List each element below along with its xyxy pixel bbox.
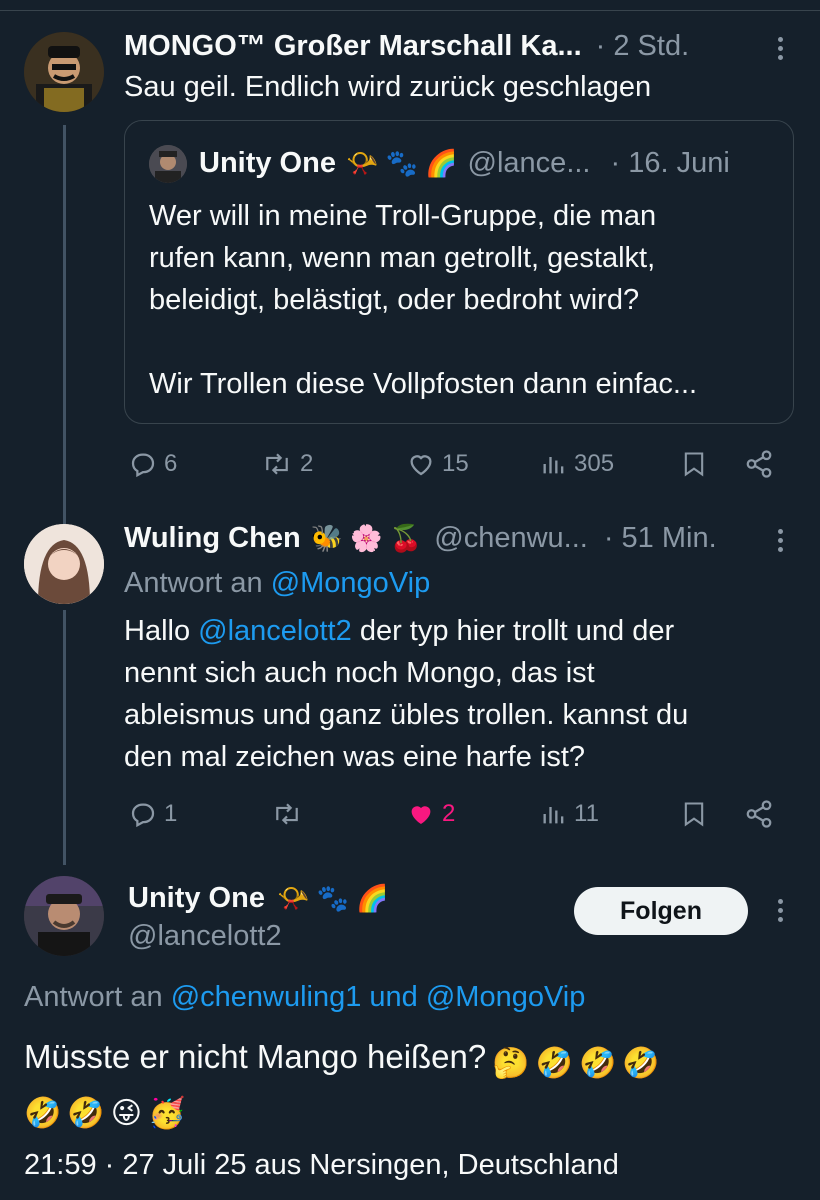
rofl-icon: 🤣 — [535, 1047, 573, 1080]
tweet-time[interactable]: · 2 Std. — [596, 30, 690, 63]
views-count: 11 — [574, 800, 599, 827]
share-icon — [746, 450, 772, 478]
avatar-mongo[interactable] — [24, 32, 104, 112]
avatar-unity-one[interactable] — [24, 876, 104, 956]
share-button[interactable] — [744, 792, 774, 836]
reply-icon — [131, 803, 155, 828]
quote-line: Wer will in meine Troll-Gruppe, die man — [149, 200, 657, 232]
quote-line: Wir Trollen diese Vollpfosten dann einfa… — [149, 368, 698, 400]
author-name[interactable]: Wuling Chen — [124, 522, 301, 555]
tweet-text: Hallo @lancelott2 der typ hier trollt un… — [124, 610, 784, 778]
bookmark-icon — [684, 802, 704, 827]
rofl-icon: 🤣 — [622, 1047, 660, 1080]
reply-mentions[interactable]: @chenwuling1 und @MongoVip — [171, 981, 586, 1013]
reply-button[interactable]: 1 — [128, 792, 177, 836]
quote-handle: @lance... — [467, 147, 591, 179]
tweet3-header: Unity One 📯 🐾 🌈 — [128, 882, 389, 915]
quote-time: · 16. Juni — [610, 147, 730, 179]
repost-button[interactable] — [270, 792, 304, 836]
share-button[interactable] — [744, 442, 774, 486]
tweet-meta[interactable]: 21:59 · 27 Juli 25 aus Nersingen, Deutsc… — [24, 1144, 619, 1186]
more-icon[interactable] — [765, 895, 795, 925]
reply-button[interactable]: 6 — [128, 442, 177, 486]
party-face-icon: 🥳 — [148, 1097, 186, 1130]
text-line: den mal zeichen was eine harfe ist? — [124, 741, 586, 773]
author-name[interactable]: Unity One — [128, 882, 265, 915]
like-count: 2 — [442, 800, 456, 827]
text-line: ableismus und ganz übles trollen. kannst… — [124, 699, 689, 731]
reply-count: 6 — [164, 450, 178, 477]
rofl-icon: 🤣 — [67, 1097, 105, 1130]
bookmark-icon — [684, 452, 704, 477]
quoted-tweet[interactable]: Unity One 📯 🐾 🌈 @lance... · 16. Juni Wer… — [124, 120, 794, 424]
heart-filled-icon — [411, 806, 431, 824]
tweet-text: Müsste er nicht Mango heißen? 🤔 🤣 🤣 🤣 🤣 🤣 😜 🥳 — [24, 1032, 784, 1132]
repost-button[interactable]: 2 — [260, 442, 313, 486]
thread-line — [63, 610, 66, 865]
more-icon[interactable] — [765, 525, 795, 555]
text-line: nennt sich auch noch Mongo, das ist — [124, 657, 595, 689]
heart-icon — [410, 455, 432, 476]
reply-mention[interactable]: @MongoVip — [271, 567, 431, 599]
follow-button[interactable]: Folgen — [574, 887, 748, 935]
share-icon — [746, 800, 772, 828]
quote-author-emojis: 📯 🐾 🌈 — [345, 148, 458, 178]
quote-text: Wer will in meine Troll-Gruppe, die man … — [149, 195, 789, 405]
avatar-unity-one-small — [149, 145, 187, 183]
text-mention[interactable]: @lancelott2 — [198, 615, 352, 647]
author-emojis: 🐝 🌸 🍒 — [310, 523, 423, 553]
author-name[interactable]: MONGO™ Großer Marschall Ka... — [124, 30, 582, 63]
reply-context: Antwort an @chenwuling1 und @MongoVip — [24, 976, 585, 1018]
thinking-face-icon: 🤔 — [492, 1047, 530, 1080]
text-span: Hallo — [124, 615, 191, 647]
reply-context: Antwort an @MongoVip — [124, 562, 430, 604]
tweet-text: Sau geil. Endlich wird zurück geschlagen — [124, 71, 652, 103]
winking-tongue-icon: 😜 — [110, 1097, 142, 1130]
avatar-wuling-chen[interactable] — [24, 524, 104, 604]
quote-line: rufen kann, wenn man getrollt, gestalkt, — [149, 242, 656, 274]
author-emojis: 📯 🐾 🌈 — [276, 883, 389, 913]
repost-icon — [266, 453, 288, 475]
tweet-time[interactable]: · 51 Min. — [604, 522, 717, 555]
views-icon — [543, 807, 564, 824]
bookmark-button[interactable] — [680, 792, 708, 836]
tweet1-actions: 6 2 15 305 — [124, 442, 784, 486]
top-divider — [0, 10, 820, 11]
author-handle[interactable]: @lancelott2 — [128, 920, 282, 953]
more-icon[interactable] — [765, 33, 795, 63]
rofl-icon: 🤣 — [24, 1097, 62, 1130]
views-count: 305 — [574, 450, 615, 477]
tweet1-header: MONGO™ Großer Marschall Ka... · 2 Std. — [124, 30, 689, 63]
tweet2-actions: 1 2 11 — [124, 792, 784, 836]
rofl-icon: 🤣 — [578, 1047, 617, 1080]
bookmark-button[interactable] — [680, 442, 708, 486]
views-button[interactable]: 11 — [540, 792, 599, 836]
reply-icon — [131, 453, 155, 478]
repost-count: 2 — [300, 450, 314, 477]
reply-count: 1 — [164, 800, 178, 827]
text-span: der typ hier trollt und der — [359, 615, 675, 647]
thread-line — [63, 125, 66, 525]
reply-prefix: Antwort an — [124, 567, 263, 599]
like-button[interactable]: 2 — [406, 792, 455, 836]
reply-prefix: Antwort an — [24, 981, 163, 1013]
quote-header: Unity One 📯 🐾 🌈 @lance... · 16. Juni — [199, 147, 730, 180]
like-count: 15 — [442, 450, 469, 477]
repost-icon — [276, 803, 298, 825]
author-handle[interactable]: @chenwu... — [434, 522, 588, 555]
like-button[interactable]: 15 — [406, 442, 469, 486]
views-icon — [543, 457, 564, 474]
quote-author-name: Unity One — [199, 147, 336, 179]
views-button[interactable]: 305 — [540, 442, 614, 486]
tweet-main-text: Müsste er nicht Mango heißen? — [24, 1038, 487, 1075]
tweet2-header: Wuling Chen 🐝 🌸 🍒 @chenwu... · 51 Min. — [124, 522, 717, 555]
quote-line: beleidigt, belästigt, oder bedroht wird? — [149, 284, 640, 316]
